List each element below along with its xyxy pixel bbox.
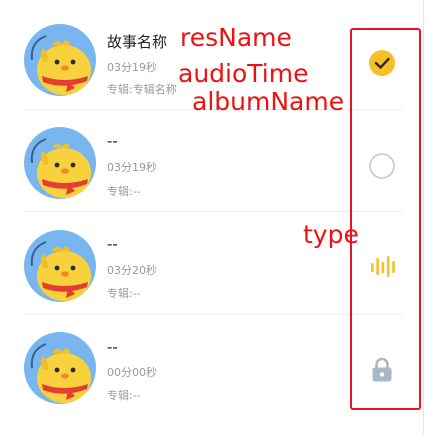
audio-time: 03分19秒 [107,161,157,174]
avatar [24,332,96,404]
avatar [24,127,96,199]
audio-time: 03分20秒 [107,264,157,277]
story-list-page: 故事名称 03分19秒 专辑:专辑名称 -- 03分19秒 专辑:-- -- 0… [0,0,427,434]
chick-avatar-icon [24,332,96,404]
annotation-type-box [350,28,421,410]
annotation-res-name: resName [180,23,292,52]
avatar [24,230,96,302]
album-name: 专辑:-- [107,185,141,198]
divider [24,314,402,315]
album-name: 专辑:-- [107,389,141,402]
avatar [24,24,96,96]
chick-avatar-icon [24,127,96,199]
album-name: 专辑:-- [107,287,141,300]
res-name: -- [107,132,118,150]
annotation-album-name: albumName [192,87,345,116]
res-name: -- [107,235,118,253]
audio-time: 03分19秒 [107,61,157,74]
res-name: 故事名称 [107,33,168,51]
chick-avatar-icon [24,24,96,96]
chick-avatar-icon [24,230,96,302]
divider [24,211,402,212]
audio-time: 00分00秒 [107,366,157,379]
res-name: -- [107,338,118,356]
annotation-audio-time: audioTime [178,59,309,88]
